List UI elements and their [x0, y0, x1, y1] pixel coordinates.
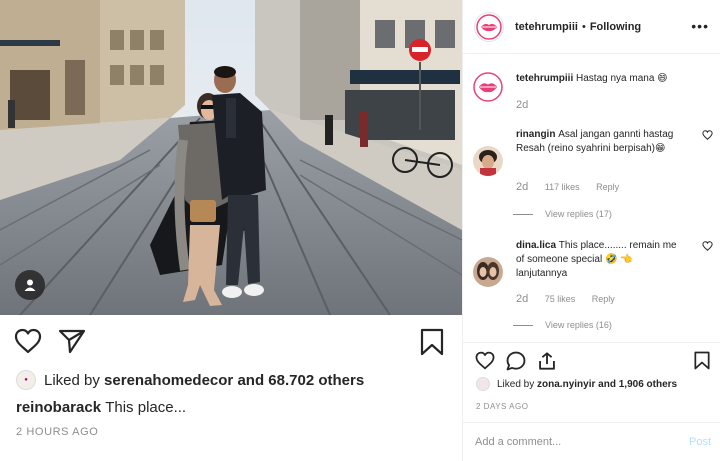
comment-item: rinangin Asal jangan gannti hastag Resah… — [473, 128, 713, 198]
comment-username[interactable]: rinangin — [516, 129, 555, 140]
heart-icon[interactable] — [14, 328, 42, 354]
instagram-post-modal: ● Liked by serenahomedecor and 68.702 ot… — [0, 0, 720, 461]
liked-prefix: Liked by — [44, 371, 100, 389]
reply-button[interactable]: Reply — [592, 294, 615, 304]
panel-liker-avatar[interactable] — [476, 377, 490, 391]
comment-body: dina.lica This place........ remain me o… — [516, 239, 686, 281]
author-username[interactable]: tetehrumpiii — [515, 21, 578, 33]
post-left-panel: ● Liked by serenahomedecor and 68.702 ot… — [0, 0, 462, 461]
view-replies-line — [513, 324, 533, 326]
liked-by-summary: ● Liked by serenahomedecor and 68.702 ot… — [16, 370, 364, 390]
share-icon[interactable] — [537, 351, 557, 371]
add-comment-input[interactable] — [475, 433, 675, 451]
view-replies-label: View replies (17) — [545, 209, 612, 219]
caption-username[interactable]: reinobarack — [16, 399, 101, 416]
panel-liked-prefix: Liked by — [497, 378, 535, 390]
caption-comment: tetehrumpiii Hastag nya mana 😄 2d — [473, 72, 713, 116]
header-separator: • — [581, 20, 586, 33]
liker-avatar[interactable]: ● — [16, 370, 36, 390]
post-photo[interactable] — [0, 0, 462, 315]
panel-liked-by-summary: Liked by zona.nyinyir and 1,906 others — [476, 377, 677, 391]
caption-comment-meta: 2d — [516, 98, 542, 112]
post-timestamp[interactable]: 2 HOURS AGO — [16, 426, 98, 438]
caption-comment-body: tetehrumpiii Hastag nya mana 😄 — [516, 72, 686, 86]
user-tag-icon — [24, 279, 36, 291]
caption-comment-username[interactable]: tetehrumpiii — [516, 73, 573, 84]
bookmark-icon[interactable] — [694, 351, 710, 370]
lips-logo-icon — [476, 13, 502, 40]
comment-age[interactable]: 2d — [516, 181, 528, 193]
comment-heart-icon[interactable] — [702, 130, 713, 140]
view-replies-label: View replies (16) — [545, 320, 612, 330]
liker-username[interactable]: serenahomedecor — [104, 372, 233, 389]
view-replies-button[interactable]: View replies (16) — [513, 320, 612, 330]
avatar-photo-icon — [473, 257, 503, 287]
avatar-photo-icon — [473, 146, 503, 176]
following-button[interactable]: Following — [590, 21, 641, 33]
panel-liker-username[interactable]: zona.nyinyir — [537, 379, 595, 390]
comment-heart-icon[interactable] — [702, 241, 713, 251]
post-comment-button[interactable]: Post — [689, 436, 711, 448]
comments-panel: tetehrumpiii • Following ••• tetehrumpii… — [462, 0, 720, 461]
view-replies-button[interactable]: View replies (17) — [513, 209, 612, 219]
comment-meta: 2d 117 likes Reply — [516, 180, 619, 194]
comment-avatar[interactable] — [473, 146, 503, 176]
comment-age[interactable]: 2d — [516, 293, 528, 305]
view-replies-line — [513, 213, 533, 215]
panel-timestamp[interactable]: 2 DAYS AGO — [476, 402, 528, 411]
comment-likes[interactable]: 117 likes — [545, 182, 580, 192]
bookmark-icon[interactable] — [420, 328, 444, 356]
user-tag-button[interactable] — [15, 270, 45, 300]
comment-avatar[interactable] — [473, 257, 503, 287]
more-icon[interactable]: ••• — [691, 18, 709, 34]
add-comment-bar: Post — [463, 422, 720, 461]
comment-likes[interactable]: 75 likes — [545, 294, 576, 304]
comment-username[interactable]: dina.lica — [516, 240, 556, 251]
author-avatar[interactable] — [474, 11, 504, 42]
reply-button[interactable]: Reply — [596, 182, 619, 192]
post-header: tetehrumpiii • Following ••• — [463, 0, 720, 54]
post-caption: reinobarack This place... — [16, 399, 186, 416]
caption-comment-text: Hastag nya mana 😄 — [576, 73, 668, 84]
post-action-bar — [14, 328, 448, 356]
caption-comment-age[interactable]: 2d — [516, 99, 528, 111]
caption-comment-avatar[interactable] — [473, 72, 503, 102]
comment-body: rinangin Asal jangan gannti hastag Resah… — [516, 128, 686, 156]
comment-meta: 2d 75 likes Reply — [516, 292, 615, 306]
caption-text: This place... — [105, 399, 187, 416]
street-scene-image — [0, 0, 462, 315]
heart-icon[interactable] — [475, 351, 495, 370]
comment-item: dina.lica This place........ remain me o… — [473, 239, 713, 309]
panel-action-bar — [463, 342, 720, 371]
comment-icon[interactable] — [506, 351, 526, 371]
lips-logo-icon — [473, 72, 503, 102]
panel-likes-others[interactable]: and 1,906 others — [598, 379, 677, 390]
share-icon[interactable] — [58, 328, 86, 354]
likes-others[interactable]: and 68.702 others — [237, 372, 364, 389]
